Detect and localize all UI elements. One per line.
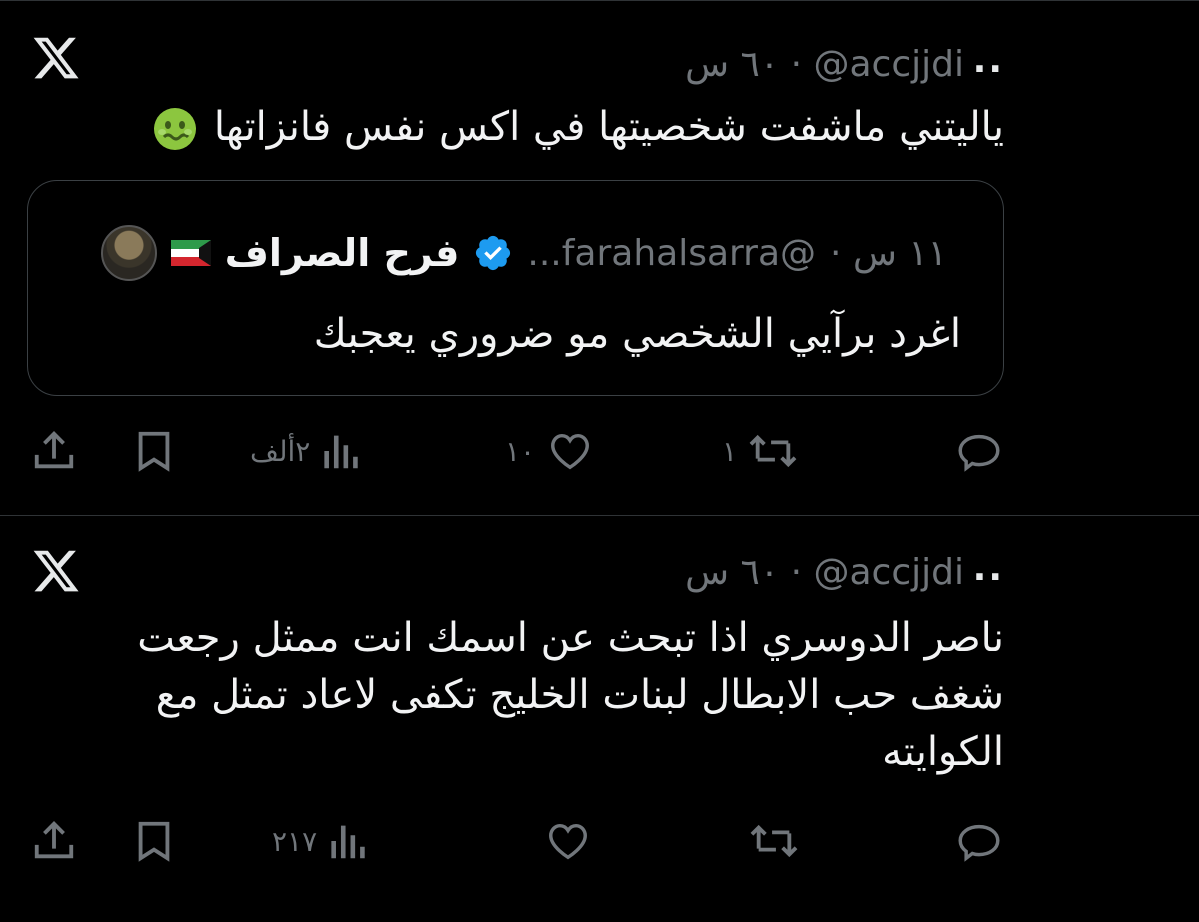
quoted-tweet-text: اغرد برآيي الشخصي مو ضروري يعجبك	[313, 311, 961, 357]
more-options-button[interactable]: ..	[973, 548, 1004, 589]
views-count: ٢١٧	[272, 824, 318, 858]
x-logo-icon	[33, 37, 79, 79]
views-chart-icon	[331, 825, 365, 859]
quoted-tweet-time: ١١ س ·	[830, 232, 947, 274]
tweet-action-bar: ١ ١٠ ٢ألف	[0, 426, 1199, 476]
more-options-button[interactable]: ..	[973, 40, 1004, 81]
bookmark-icon	[138, 821, 170, 862]
bookmark-icon	[138, 431, 170, 472]
tweet-action-bar: ٢١٧	[0, 816, 1199, 866]
views-button[interactable]: ٢١٧	[272, 816, 371, 866]
share-icon	[34, 821, 74, 859]
quoted-tweet-handle[interactable]: @farahalsarra...	[527, 233, 816, 274]
retweet-count: ١	[722, 434, 738, 468]
tweet-time: ٦٠ س	[685, 44, 780, 85]
retweet-button[interactable]: ١	[722, 426, 799, 476]
views-count: ٢ألف	[250, 434, 311, 468]
tweet-card[interactable]: ٦٠ س · @accjjdi .. ناصر الدوسري اذا تبحث…	[0, 516, 1199, 922]
kuwait-flag-icon	[170, 240, 211, 266]
like-count: ١٠	[505, 434, 536, 468]
retweet-icon	[750, 824, 798, 858]
views-button[interactable]: ٢ألف	[250, 426, 364, 476]
x-logo-icon	[33, 550, 79, 592]
retweet-button[interactable]	[748, 816, 800, 866]
quoted-tweet-author-name[interactable]: فرح الصراف	[225, 231, 460, 275]
heart-icon	[551, 433, 590, 470]
reply-button[interactable]	[955, 426, 1003, 476]
bookmark-button[interactable]	[132, 816, 176, 866]
tweet-header: ٦٠ س · @accjjdi	[685, 552, 964, 593]
reply-icon	[958, 824, 1000, 862]
share-button[interactable]	[30, 816, 78, 866]
like-button[interactable]: ١٠	[505, 426, 595, 476]
tweet-handle[interactable]: @accjjdi	[813, 552, 964, 593]
tweet-card[interactable]: ٦٠ س · @accjjdi .. ياليتني ماشفت شخصيتها…	[0, 0, 1199, 515]
share-icon	[34, 431, 74, 469]
quoted-tweet-header: ١١ س · @farahalsarra... فرح الصراف	[100, 225, 947, 281]
tweet-time: ٦٠ س	[685, 552, 780, 593]
verified-badge-icon	[476, 235, 511, 271]
reply-icon	[958, 434, 1000, 472]
tweet-text-line: الكوايته	[882, 729, 1004, 775]
tweet-text-line: شغف حب الابطال لبنات الخليج تكفى لاعاد ت…	[155, 672, 1004, 718]
tweet-text-line: ناصر الدوسري اذا تبحث عن اسمك انت ممثل ر…	[137, 615, 1004, 661]
tweet-text: ياليتني ماشفت شخصيتها في اكس نفس فانزاته…	[44, 100, 1004, 155]
views-chart-icon	[324, 435, 359, 469]
like-button[interactable]	[543, 816, 593, 866]
nauseated-face-icon	[154, 108, 197, 150]
heart-icon	[549, 823, 587, 860]
tweet-text: ناصر الدوسري اذا تبحث عن اسمك انت ممثل ر…	[44, 610, 1004, 781]
tweet-handle[interactable]: @accjjdi	[813, 44, 964, 85]
share-button[interactable]	[30, 426, 78, 476]
retweet-icon	[749, 434, 797, 468]
quoted-tweet[interactable]: ١١ س · @farahalsarra... فرح الصراف اغرد …	[27, 180, 1004, 396]
quoted-tweet-avatar[interactable]	[100, 225, 157, 281]
bookmark-button[interactable]	[132, 426, 176, 476]
reply-button[interactable]	[955, 816, 1003, 866]
tweet-header: ٦٠ س · @accjjdi	[685, 44, 964, 85]
